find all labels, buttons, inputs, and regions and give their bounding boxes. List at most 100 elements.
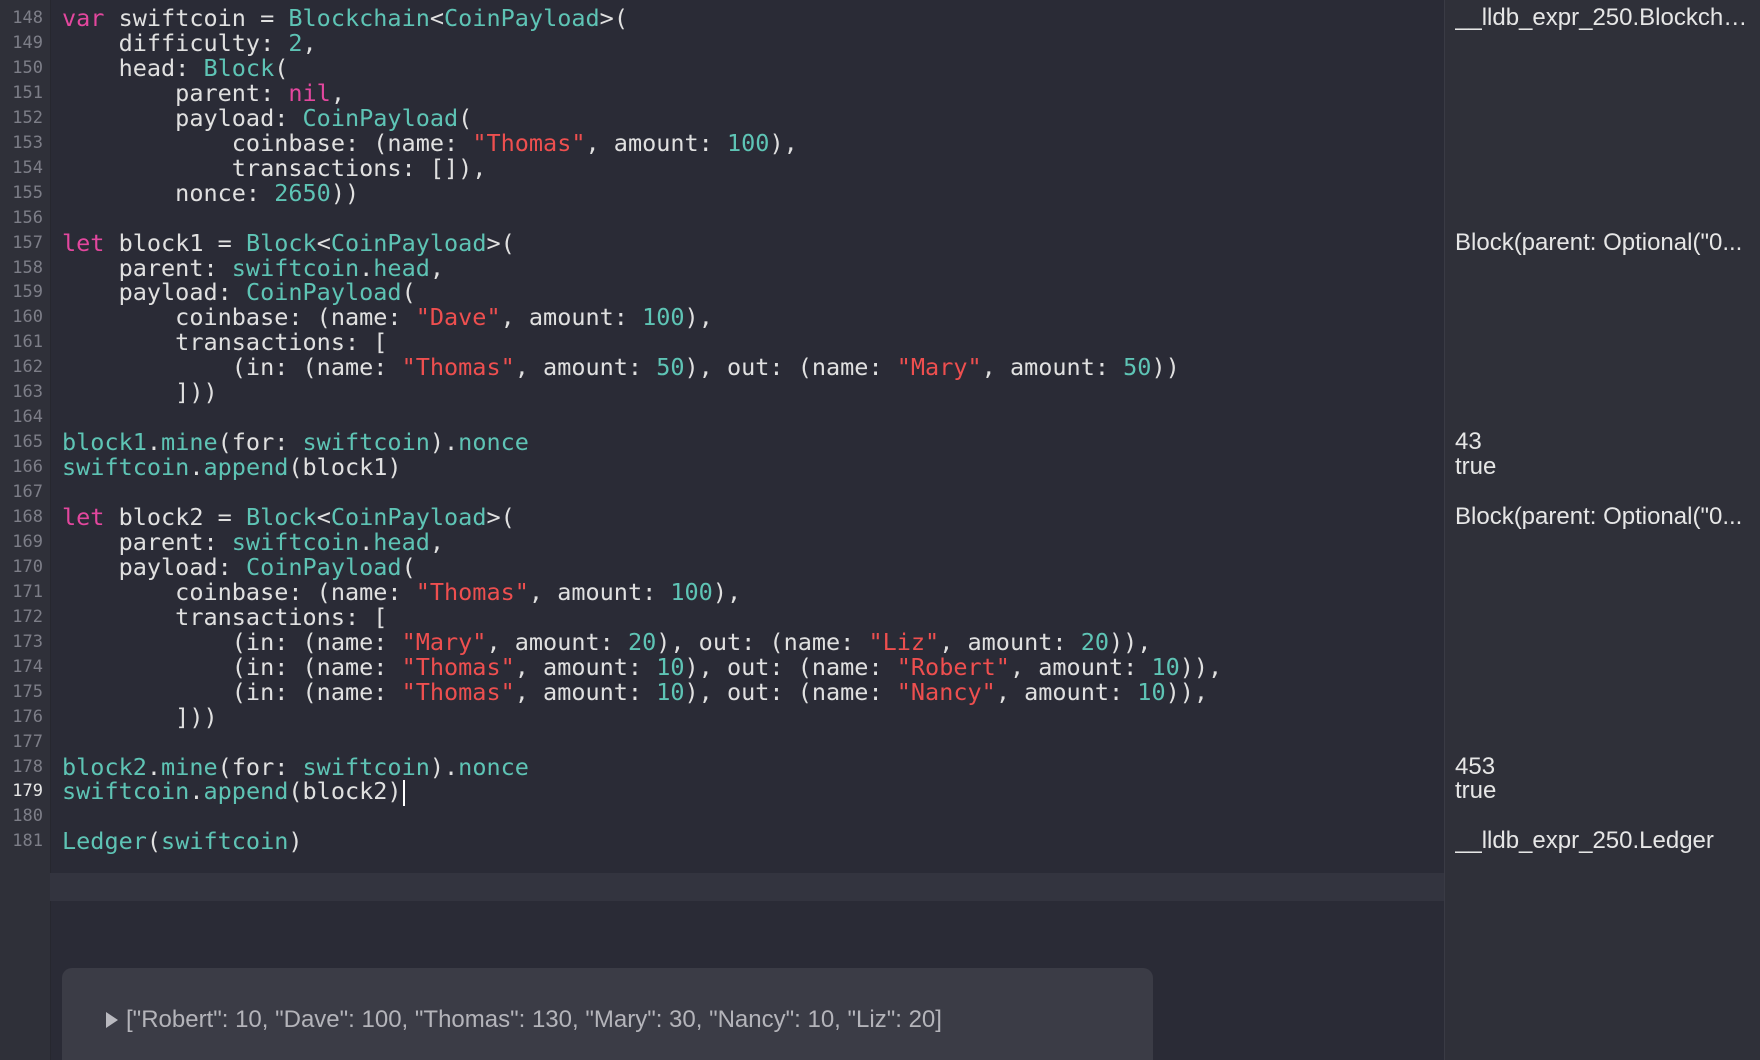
code-token: "Mary"	[896, 353, 982, 381]
code-line[interactable]: transactions: [	[62, 603, 387, 631]
line-number: 173	[12, 632, 43, 652]
code-line[interactable]: transactions: []),	[62, 154, 487, 182]
code-token: ,	[302, 29, 317, 57]
code-token: (block1)	[288, 453, 402, 481]
code-line[interactable]: let block1 = Block<CoinPayload>(	[62, 229, 515, 257]
code-line[interactable]: payload: CoinPayload(	[62, 104, 472, 132]
code-token: .	[189, 453, 204, 481]
results-sidebar: __lldb_expr_250.Blockchai... Block(parent…	[1444, 0, 1760, 1060]
code-token: coinbase: (name:	[62, 129, 473, 157]
code-token: (for:	[217, 428, 303, 456]
code-token: <	[316, 229, 331, 257]
code-token: "Liz"	[868, 628, 940, 656]
result-value[interactable]: true	[1455, 777, 1755, 805]
code-token: ), out: (name:	[684, 678, 897, 706]
code-line[interactable]: swiftcoin.append(block2)	[62, 777, 405, 806]
code-token: Block	[245, 229, 317, 257]
code-line[interactable]: payload: CoinPayload(	[62, 553, 416, 581]
code-token: 10	[1151, 653, 1180, 681]
code-token: (	[146, 827, 162, 855]
code-line[interactable]: let block2 = Block<CoinPayload>(	[62, 503, 515, 531]
code-token: var	[62, 4, 105, 32]
code-token: ).	[429, 428, 459, 456]
code-line[interactable]: payload: CoinPayload(	[62, 278, 416, 306]
line-number: 175	[12, 682, 43, 702]
code-token: >(	[486, 503, 515, 531]
code-token: , amount:	[585, 129, 727, 157]
code-line[interactable]: var swiftcoin = Blockchain<CoinPayload>(	[62, 4, 628, 32]
code-token: , amount:	[528, 578, 671, 606]
code-line[interactable]: ]))	[62, 703, 218, 731]
code-line[interactable]: block1.mine(for: swiftcoin).nonce	[62, 428, 529, 456]
code-line[interactable]: parent: nil,	[62, 79, 345, 107]
code-token: (in: (name:	[62, 653, 402, 681]
code-token: head	[373, 528, 430, 556]
code-line[interactable]: (in: (name: "Mary", amount: 20), out: (n…	[62, 628, 1152, 656]
code-token: 50	[1123, 353, 1152, 381]
code-token: CoinPayload	[330, 229, 487, 257]
code-token: coinbase: (name:	[62, 578, 416, 606]
code-token: ).	[429, 753, 459, 781]
code-token: "Robert"	[896, 653, 1010, 681]
playground-editor[interactable]: 148 149 150 151 152 153 154 155 156 157 158 159 160 1…	[0, 0, 1760, 1060]
code-line[interactable]: (in: (name: "Thomas", amount: 10), out: …	[62, 678, 1208, 706]
code-token: swiftcoin	[302, 428, 430, 456]
code-line[interactable]: coinbase: (name: "Thomas", amount: 100),	[62, 129, 798, 157]
code-line[interactable]: Ledger(swiftcoin)	[62, 827, 303, 855]
line-number: 169	[12, 532, 43, 552]
code-token: )),	[1179, 653, 1223, 681]
line-number: 164	[12, 407, 43, 427]
code-line[interactable]: coinbase: (name: "Dave", amount: 100),	[62, 303, 713, 331]
code-token: (in: (name:	[62, 353, 402, 381]
result-value[interactable]: Block(parent: Optional("0...	[1455, 503, 1755, 531]
code-area[interactable]: var swiftcoin = Blockchain<CoinPayload>(…	[50, 0, 1444, 1060]
code-token: ,	[330, 79, 345, 107]
disclosure-triangle-icon[interactable]	[106, 1012, 118, 1028]
code-token: (in: (name:	[62, 628, 402, 656]
code-token: nonce	[458, 428, 529, 456]
line-number: 155	[12, 183, 43, 203]
code-token: "Thomas"	[401, 678, 515, 706]
result-value[interactable]: __lldb_expr_250.Ledger	[1455, 827, 1755, 855]
code-token: nonce:	[62, 179, 275, 207]
code-line[interactable]: head: Block(	[62, 54, 289, 82]
result-value[interactable]: true	[1455, 453, 1755, 481]
code-token: swiftcoin =	[104, 4, 289, 32]
code-line[interactable]: ]))	[62, 378, 217, 406]
code-token: (	[401, 278, 416, 306]
line-number: 163	[12, 382, 43, 402]
code-token: nonce	[458, 753, 529, 781]
line-number: 152	[12, 108, 43, 128]
code-token: difficulty:	[62, 29, 289, 57]
code-token: (block2)	[288, 777, 402, 805]
code-token: ]))	[62, 703, 218, 731]
code-token: )),	[1165, 678, 1209, 706]
code-line[interactable]: nonce: 2650))	[62, 179, 359, 207]
code-token: swiftcoin	[62, 777, 190, 805]
code-token: CoinPayload	[302, 104, 459, 132]
code-token: (	[458, 104, 473, 132]
line-number: 165	[12, 432, 43, 452]
result-value[interactable]: Block(parent: Optional("0...	[1455, 229, 1755, 257]
code-line[interactable]: (in: (name: "Thomas", amount: 50), out: …	[62, 353, 1180, 381]
line-number: 151	[12, 83, 43, 103]
line-number: 171	[12, 582, 43, 602]
code-token: transactions: []),	[62, 154, 487, 182]
code-line[interactable]: swiftcoin.append(block1)	[62, 453, 402, 481]
inline-result-panel[interactable]: ["Robert": 10, "Dave": 100, "Thomas": 13…	[62, 968, 1153, 1060]
code-line[interactable]: transactions: [	[62, 328, 387, 356]
line-number: 156	[12, 208, 43, 228]
code-line[interactable]: parent: swiftcoin.head,	[62, 528, 444, 556]
code-line[interactable]: difficulty: 2,	[62, 29, 317, 57]
line-number: 157	[12, 233, 43, 253]
code-line[interactable]: coinbase: (name: "Thomas", amount: 100),	[62, 578, 741, 606]
result-value[interactable]: 43	[1455, 428, 1755, 456]
current-line-highlight	[50, 873, 1444, 901]
code-token: "Dave"	[415, 303, 501, 331]
code-token: .	[189, 777, 204, 805]
line-number: 148	[12, 8, 43, 28]
result-value[interactable]: __lldb_expr_250.Blockchai...	[1455, 4, 1755, 32]
code-line[interactable]: (in: (name: "Thomas", amount: 10), out: …	[62, 653, 1222, 681]
code-token: ))	[330, 179, 360, 207]
code-token: 2	[288, 29, 303, 57]
